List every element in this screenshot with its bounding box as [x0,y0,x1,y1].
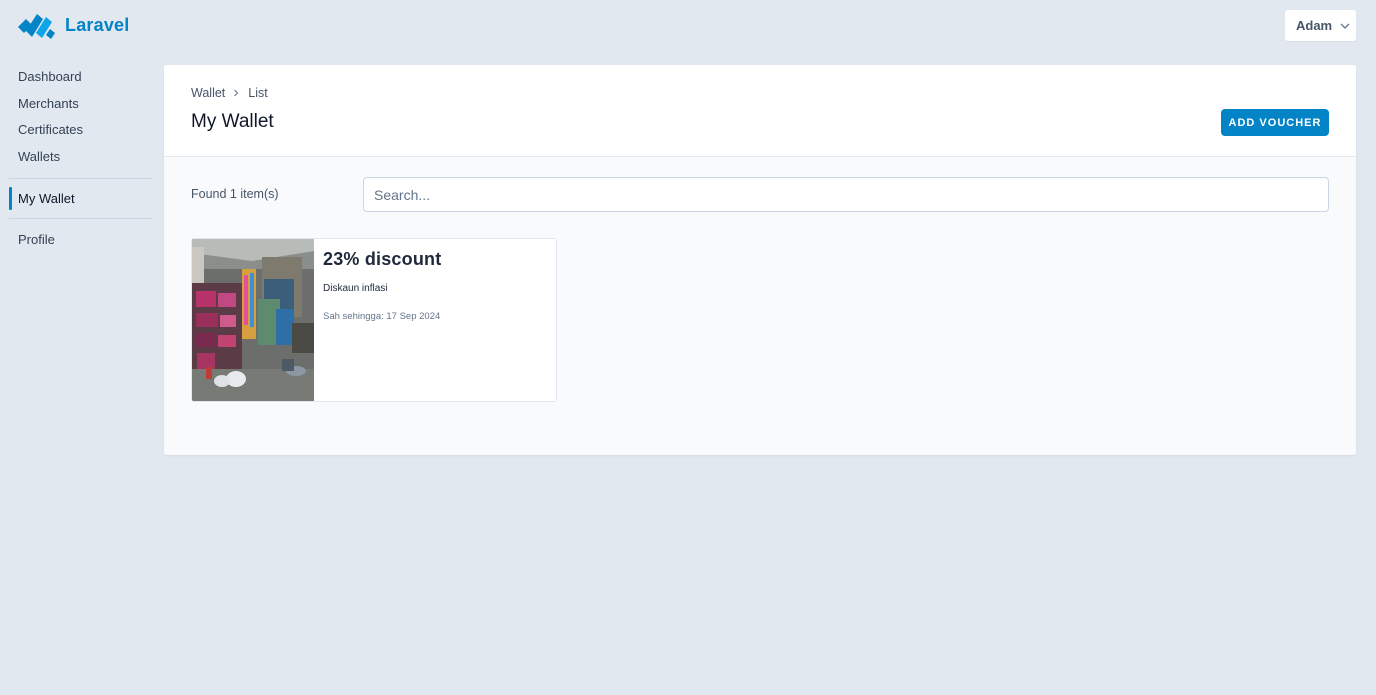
main-panel: Wallet List My Wallet ADD VOUCHER Found … [164,65,1356,455]
breadcrumb-wallet-link[interactable]: Wallet [191,86,225,100]
chevron-down-icon [1340,23,1350,29]
add-voucher-button[interactable]: ADD VOUCHER [1221,109,1329,136]
result-count: Found 1 item(s) [191,187,279,201]
search-input[interactable] [363,177,1329,212]
sidebar-item-my-wallet[interactable]: My Wallet [0,187,152,210]
voucher-card-body: 23% discount Diskaun inflasi Sah sehingg… [314,239,441,401]
shop-interior-photo [192,239,314,401]
voucher-card[interactable]: 23% discount Diskaun inflasi Sah sehingg… [191,238,557,402]
voucher-description: Diskaun inflasi [323,283,388,294]
user-name: Adam [1296,18,1333,33]
sidebar-divider [9,178,152,179]
sidebar-item-profile[interactable]: Profile [0,227,152,254]
sidebar-item-merchants[interactable]: Merchants [0,91,152,118]
breadcrumb: Wallet List [191,86,268,100]
chevron-right-icon [234,89,239,97]
voucher-title: 23% discount [323,249,442,269]
sidebar-item-certificates[interactable]: Certificates [0,117,152,144]
page-header: Wallet List My Wallet ADD VOUCHER [164,65,1356,157]
user-menu-button[interactable]: Adam [1285,10,1356,41]
breadcrumb-current: List [248,86,268,100]
list-toolbar: Found 1 item(s) [164,157,1356,237]
page-title: My Wallet [191,111,274,132]
sidebar-item-wallets[interactable]: Wallets [0,144,152,171]
sidebar-item-dashboard[interactable]: Dashboard [0,64,152,91]
laravel-logo-icon [18,14,55,39]
brand-logo-link[interactable]: Laravel [18,11,129,39]
sidebar-nav: Dashboard Merchants Certificates Wallets… [0,64,152,254]
top-bar: Laravel Adam [0,0,1376,50]
voucher-validity: Sah sehingga: 17 Sep 2024 [323,311,441,322]
sidebar-divider [9,218,152,219]
brand-name: Laravel [65,14,130,35]
